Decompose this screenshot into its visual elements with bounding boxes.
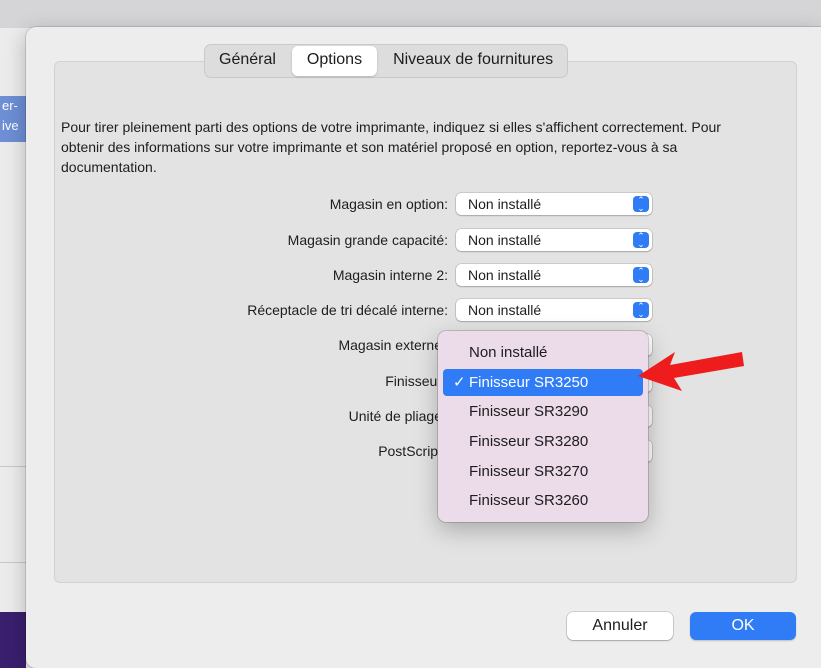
large-capacity-tray-popup[interactable]: Non installé ⌃ ⌄ (456, 229, 652, 251)
option-label: Magasin en option: (329, 196, 448, 212)
menu-item-label: Non installé (469, 344, 548, 361)
option-label: PostScript (378, 443, 442, 459)
background-toolbar (0, 0, 821, 28)
tab-supply-levels[interactable]: Niveaux de fournitures (380, 46, 566, 76)
tab-options[interactable]: Options (291, 46, 378, 76)
background-divider (0, 562, 26, 563)
popup-value: Non installé (468, 196, 542, 212)
popup-value: Non installé (468, 267, 542, 283)
background-selected-item: er- ive (0, 96, 28, 142)
menu-item-label: Finisseur SR3270 (469, 463, 589, 480)
menu-item-finisher-sr3270[interactable]: Finisseur SR3270 (443, 458, 643, 485)
popup-value: Non installé (468, 232, 542, 248)
background-divider (0, 466, 26, 467)
optional-tray-popup[interactable]: Non installé ⌃ ⌄ (456, 193, 652, 215)
tab-bar: Général Options Niveaux de fournitures (204, 44, 569, 78)
popup-stepper-icon: ⌃ ⌄ (633, 196, 649, 213)
option-label: Unité de pliage (348, 408, 442, 424)
option-label: Réceptacle de tri décalé interne: (247, 302, 448, 318)
options-description: Pour tirer pleinement parti des options … (61, 119, 721, 175)
checkmark-icon: ✓ (453, 374, 466, 391)
option-row: Magasin interne 2: (0, 263, 448, 287)
option-row: Unité de pliage (0, 404, 442, 428)
menu-item-finisher-sr3260[interactable]: Finisseur SR3260 (443, 487, 643, 514)
option-label: Magasin interne 2: (332, 267, 448, 283)
finisher-dropdown-menu: Non installé ✓ Finisseur SR3250 Finisseur… (438, 331, 648, 522)
option-row: Magasin externe (0, 333, 442, 357)
menu-item-label: Finisseur SR3260 (469, 492, 589, 509)
option-label: Magasin grande capacité: (287, 232, 448, 248)
ok-button[interactable]: OK (690, 612, 796, 640)
tab-general[interactable]: Général (206, 46, 289, 76)
menu-item-label: Finisseur SR3280 (469, 433, 589, 450)
option-row: Réceptacle de tri décalé interne: (0, 298, 448, 322)
popup-stepper-icon: ⌃ ⌄ (633, 267, 649, 284)
popup-stepper-icon: ⌃ ⌄ (633, 302, 649, 319)
menu-item-label: Finisseur SR3290 (469, 403, 589, 420)
popup-stepper-icon: ⌃ ⌄ (633, 232, 649, 249)
option-row: Finisseur (0, 369, 442, 393)
option-label: Finisseur (385, 373, 442, 389)
option-row: Magasin grande capacité: (0, 228, 448, 252)
cancel-button[interactable]: Annuler (567, 612, 673, 640)
menu-item-finisher-sr3280[interactable]: Finisseur SR3280 (443, 428, 643, 455)
menu-item-finisher-sr3290[interactable]: Finisseur SR3290 (443, 398, 643, 425)
option-row: PostScript (0, 439, 442, 463)
internal-tray-2-popup[interactable]: Non installé ⌃ ⌄ (456, 264, 652, 286)
option-label: Magasin externe (338, 337, 442, 353)
menu-item-not-installed[interactable]: Non installé (443, 339, 643, 366)
popup-value: Non installé (468, 302, 542, 318)
menu-item-label: Finisseur SR3250 (469, 374, 589, 391)
red-arrow-icon (638, 352, 744, 391)
option-row: Magasin en option: (0, 192, 448, 216)
background-dock-area (0, 612, 26, 668)
internal-shift-tray-popup[interactable]: Non installé ⌃ ⌄ (456, 299, 652, 321)
menu-item-finisher-sr3250[interactable]: ✓ Finisseur SR3250 (443, 369, 643, 396)
